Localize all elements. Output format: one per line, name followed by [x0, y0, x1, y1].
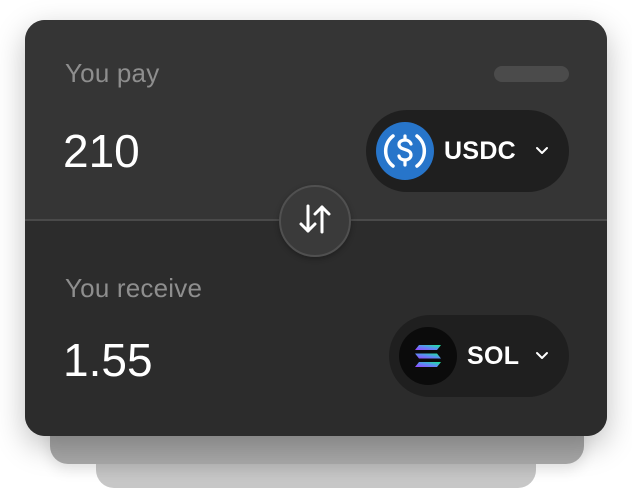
pay-label: You pay — [65, 58, 160, 88]
pay-token-selector[interactable]: USDC — [366, 110, 569, 192]
swap-direction-button[interactable] — [279, 185, 351, 257]
receive-token-symbol: SOL — [467, 341, 520, 370]
swap-arrows-icon — [295, 199, 335, 244]
usdc-logo-icon — [376, 122, 434, 180]
receive-token-selector[interactable]: SOL — [389, 315, 569, 397]
receive-label: You receive — [65, 273, 203, 303]
sol-logo-icon — [399, 327, 457, 385]
chevron-down-icon — [535, 351, 549, 361]
receive-amount-value: 1.55 — [63, 334, 153, 386]
pay-amount-input[interactable]: 210 — [63, 124, 140, 178]
chevron-down-icon — [535, 146, 549, 156]
swap-card: You pay 210 USDC You receive 1.55 SOL — [25, 20, 607, 436]
pay-token-symbol: USDC — [444, 136, 517, 165]
balance-placeholder — [494, 66, 569, 82]
swap-widget-stage: You pay 210 USDC You receive 1.55 SOL — [0, 0, 632, 489]
